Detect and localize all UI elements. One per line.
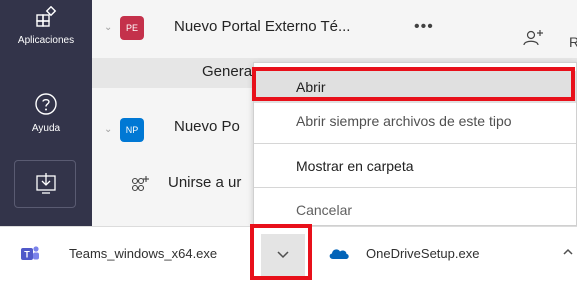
join-team-icon <box>131 176 149 192</box>
teams-logo-icon: T <box>21 246 39 260</box>
menu-item-always-open[interactable]: Abrir siempre archivos de este tipo <box>254 105 576 137</box>
svg-text:T: T <box>24 250 30 260</box>
download-filename: OneDriveSetup.exe <box>366 246 480 261</box>
team-row-portal-externo[interactable]: ⌄ PE Nuevo Portal Externo Té... ••• <box>92 8 577 48</box>
menu-divider <box>254 143 576 144</box>
app-rail: Aplicaciones Ayuda <box>0 0 92 226</box>
chevron-up-icon[interactable] <box>561 245 575 259</box>
chevron-down-icon[interactable]: ⌄ <box>104 124 112 135</box>
help-icon <box>35 93 57 115</box>
menu-item-cancel[interactable]: Cancelar <box>254 194 576 226</box>
download-button[interactable] <box>14 160 76 208</box>
more-icon[interactable]: ••• <box>414 18 434 36</box>
menu-item-show-in-folder[interactable]: Mostrar en carpeta <box>254 150 576 182</box>
partial-text: R <box>569 34 577 50</box>
screen: Aplicaciones Ayuda ⌄ PE Nuevo Portal Ext… <box>0 0 577 281</box>
download-filename: Teams_windows_x64.exe <box>69 246 218 261</box>
add-person-icon[interactable] <box>522 28 546 46</box>
download-context-menu: Abrir Abrir siempre archivos de este tip… <box>253 62 577 226</box>
download-bar: T Teams_windows_x64.exe OneDriveSetup.ex… <box>0 226 577 281</box>
join-team-label: Unirse a ur <box>168 174 242 191</box>
menu-item-open[interactable]: Abrir <box>254 71 576 103</box>
team-name: Nuevo Po <box>174 118 240 135</box>
help-label: Ayuda <box>31 123 61 134</box>
download-options-button[interactable] <box>261 234 305 276</box>
team-avatar: NP <box>120 118 144 142</box>
team-name: Nuevo Portal Externo Té... <box>174 18 351 35</box>
apps-icon <box>36 5 57 27</box>
menu-divider <box>254 187 576 188</box>
help-button[interactable]: Ayuda <box>0 92 92 134</box>
team-avatar: PE <box>120 16 144 40</box>
apps-button[interactable]: Aplicaciones <box>0 5 92 46</box>
download-icon <box>36 173 56 194</box>
chevron-down-icon[interactable]: ⌄ <box>104 22 112 33</box>
download-item-onedrive[interactable]: OneDriveSetup.exe <box>320 227 550 281</box>
download-item-teams[interactable]: T Teams_windows_x64.exe <box>0 227 250 281</box>
channel-name: General <box>202 63 256 80</box>
apps-label: Aplicaciones <box>17 35 75 46</box>
onedrive-icon <box>329 249 349 259</box>
chevron-down-icon <box>277 251 289 259</box>
